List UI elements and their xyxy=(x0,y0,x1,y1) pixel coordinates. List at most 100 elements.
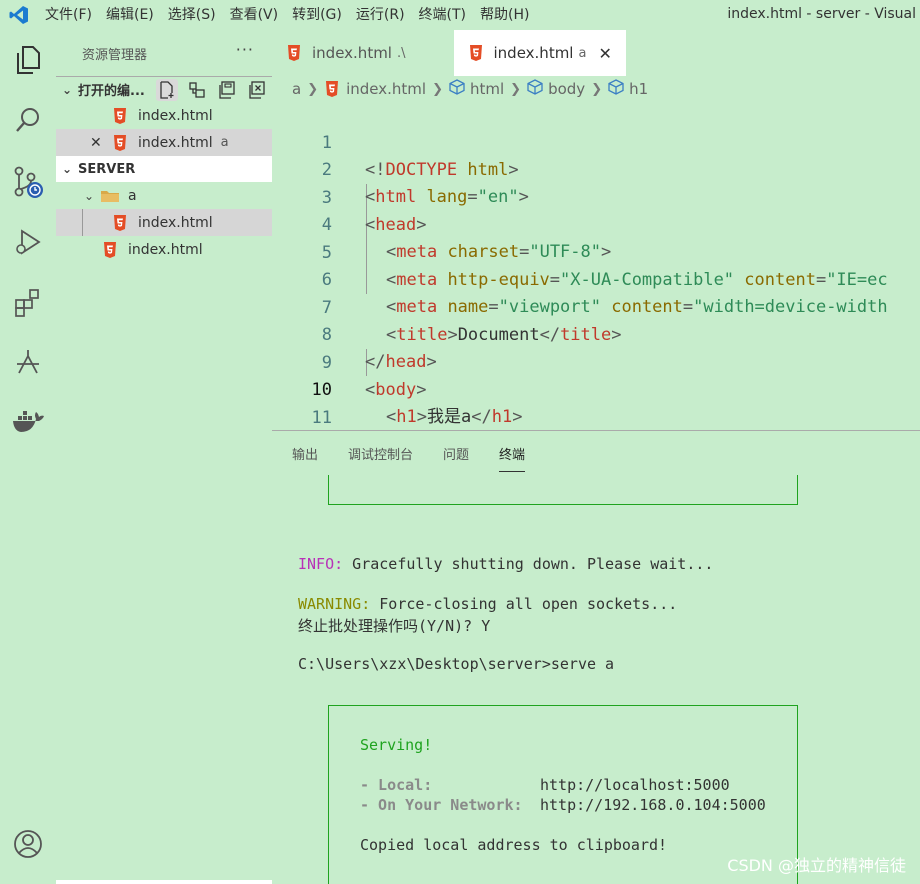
warning-text: Force-closing all open sockets... xyxy=(370,595,678,613)
code-line: 9 <body> xyxy=(272,323,920,400)
folder-name: a xyxy=(128,187,137,204)
folder-item[interactable]: ⌄ a xyxy=(56,182,272,209)
editor-tab[interactable]: index.html .\ xyxy=(272,30,454,76)
file-name: index.html xyxy=(128,241,203,258)
network-label: - On Your Network: xyxy=(360,796,523,814)
info-label: INFO: xyxy=(298,555,344,573)
tab-description: .\ xyxy=(396,45,406,61)
code-line: 3 <head> xyxy=(272,158,920,235)
panel-tab-terminal[interactable]: 终端 xyxy=(499,432,526,475)
title-bar: 文件(F) 编辑(E) 选择(S) 查看(V) 转到(G) 运行(R) 终端(T… xyxy=(0,0,920,30)
html5-icon xyxy=(112,214,128,232)
file-item[interactable]: index.html xyxy=(56,236,272,263)
symbol-cube-icon xyxy=(608,79,624,99)
code-line: 1 <!DOCTYPE html> xyxy=(272,103,920,180)
breadcrumb-h1[interactable]: h1 xyxy=(629,80,648,98)
menu-help[interactable]: 帮助(H) xyxy=(473,0,536,30)
extensions-icon[interactable] xyxy=(8,282,48,322)
menu-file[interactable]: 文件(F) xyxy=(38,0,99,30)
chevron-right-icon: ❯ xyxy=(591,81,603,97)
open-editor-item[interactable]: index.html xyxy=(56,102,272,129)
terminal-line-prompt: 终止批处理操作吗(Y/N)? Y xyxy=(298,617,491,635)
close-all-icon[interactable] xyxy=(246,79,268,101)
serving-text: Serving! xyxy=(360,736,433,754)
open-editors-toolbar xyxy=(156,79,268,101)
open-editor-item[interactable]: ✕ index.html a xyxy=(56,129,272,156)
remote-explorer-icon[interactable] xyxy=(8,342,48,382)
code-line: 8 </head> xyxy=(272,295,920,372)
watermark: CSDN @独立的精神信徒 xyxy=(727,856,906,875)
breadcrumb-file[interactable]: index.html xyxy=(346,80,426,98)
chevron-down-icon: ⌄ xyxy=(83,188,95,203)
menu-bar: 文件(F) 编辑(E) 选择(S) 查看(V) 转到(G) 运行(R) 终端(T… xyxy=(38,0,536,30)
menu-edit[interactable]: 编辑(E) xyxy=(99,0,161,30)
menu-run[interactable]: 运行(R) xyxy=(349,0,412,30)
code-line: 4 <meta charset="UTF-8"> xyxy=(272,185,920,262)
code-line: 7 <title>Document</title> xyxy=(272,268,920,345)
copied-text: Copied local address to clipboard! xyxy=(360,836,668,854)
indent-guide xyxy=(82,209,83,236)
terminal[interactable]: INFO: Gracefully shutting down. Please w… xyxy=(272,475,920,884)
chevron-down-icon: ⌄ xyxy=(61,162,73,176)
code-line: 12 </html> xyxy=(272,405,920,430)
menu-go[interactable]: 转到(G) xyxy=(285,0,349,30)
panel-tab-debug-console[interactable]: 调试控制台 xyxy=(348,432,413,475)
docker-icon[interactable] xyxy=(8,402,48,442)
breadcrumb-body[interactable]: body xyxy=(548,80,585,98)
local-url[interactable]: http://localhost:5000 xyxy=(540,776,730,794)
chevron-right-icon: ❯ xyxy=(307,81,319,97)
terminal-line-warning: WARNING: Force-closing all open sockets.… xyxy=(298,595,677,613)
html5-icon xyxy=(324,80,340,98)
open-editors-section[interactable]: ⌄ 打开的编... xyxy=(56,76,272,102)
breadcrumb: a ❯ index.html ❯ html ❯ body ❯ h1 xyxy=(272,76,920,102)
open-editor-folder: a xyxy=(220,135,229,150)
network-url[interactable]: http://192.168.0.104:5000 xyxy=(540,796,766,814)
html5-icon xyxy=(468,44,484,62)
file-item[interactable]: index.html xyxy=(56,209,272,236)
source-control-icon[interactable] xyxy=(8,162,48,202)
html5-icon xyxy=(286,44,302,62)
account-icon[interactable] xyxy=(8,824,48,864)
code-editor[interactable]: 1 <!DOCTYPE html> 2 <html lang="en"> 3 <… xyxy=(272,102,920,430)
terminal-box-previous xyxy=(328,475,798,505)
close-icon[interactable]: ✕ xyxy=(90,135,112,151)
search-icon[interactable] xyxy=(8,100,48,140)
save-all-icon[interactable] xyxy=(216,79,238,101)
run-debug-icon[interactable] xyxy=(8,222,48,262)
tab-label: index.html xyxy=(493,44,574,62)
editor-tab-active[interactable]: index.html a ✕ xyxy=(453,30,626,76)
more-actions-icon[interactable]: ··· xyxy=(236,40,254,59)
vscode-logo-icon xyxy=(0,0,38,30)
explorer-sidebar: 资源管理器 ··· ⌄ 打开的编... index.html ✕ index.h… xyxy=(56,30,272,884)
panel-tab-problems[interactable]: 问题 xyxy=(443,432,469,475)
file-name: index.html xyxy=(138,214,213,231)
breadcrumb-folder[interactable]: a xyxy=(292,80,301,98)
new-file-icon[interactable] xyxy=(156,79,178,101)
code-line: 2 <html lang="en"> xyxy=(272,130,920,207)
sidebar-scroll-edge xyxy=(56,880,272,884)
explorer-icon[interactable] xyxy=(8,40,48,80)
tab-label: index.html xyxy=(312,44,392,62)
server-label: SERVER xyxy=(78,161,136,177)
bottom-panel: 输出 调试控制台 问题 终端 INFO: Gracefully shutting… xyxy=(272,430,920,884)
open-editor-name: index.html xyxy=(138,134,213,151)
code-line: 5 <meta http-equiv="X-UA-Compatible" con… xyxy=(272,213,920,290)
panel-tab-output[interactable]: 输出 xyxy=(292,432,318,475)
terminal-line-command: C:\Users\xzx\Desktop\server>serve a xyxy=(298,655,615,673)
server-section[interactable]: ⌄ SERVER xyxy=(56,156,272,182)
chevron-right-icon: ❯ xyxy=(432,81,443,97)
window-title: index.html - server - Visual xyxy=(727,6,916,22)
close-icon[interactable]: ✕ xyxy=(598,44,611,63)
local-label: - Local: xyxy=(360,776,433,794)
menu-view[interactable]: 查看(V) xyxy=(223,0,286,30)
toggle-layout-icon[interactable] xyxy=(186,79,208,101)
tab-description: a xyxy=(578,45,587,61)
menu-selection[interactable]: 选择(S) xyxy=(161,0,223,30)
info-text: Gracefully shutting down. Please wait... xyxy=(343,555,714,573)
code-line-current: 10 <h1>我是a</h1> xyxy=(272,350,920,427)
breadcrumb-html[interactable]: html xyxy=(470,80,504,98)
explorer-title: 资源管理器 xyxy=(82,47,148,63)
menu-terminal[interactable]: 终端(T) xyxy=(412,0,473,30)
symbol-cube-icon xyxy=(449,79,465,99)
html5-icon xyxy=(112,134,128,152)
